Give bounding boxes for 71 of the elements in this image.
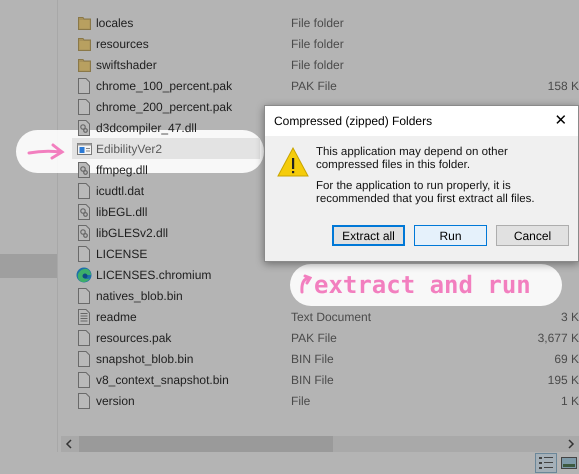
file-name[interactable]: ffmpeg.dll [96, 160, 148, 178]
thumbnail-view-icon[interactable] [561, 457, 577, 469]
file-name[interactable]: LICENSES.chromium [96, 266, 212, 284]
file-name[interactable]: v8_context_snapshot.bin [96, 370, 229, 388]
file-name[interactable]: locales [96, 14, 134, 32]
file-icon [78, 392, 90, 408]
arrow-icon [27, 143, 65, 160]
file-size: 3 K [560, 308, 579, 326]
file-name[interactable]: resources [96, 34, 149, 52]
gear-file-icon [78, 224, 90, 240]
file-type: File [291, 392, 312, 410]
file-size: 158 K [548, 78, 579, 94]
file-icon [78, 78, 90, 94]
file-name[interactable]: version [96, 392, 135, 410]
warning-icon [277, 147, 309, 177]
file-name[interactable]: libEGL.dll [96, 202, 148, 220]
folder-icon [78, 58, 90, 72]
file-size: 1 K [560, 392, 579, 410]
close-button[interactable]: ✕ [544, 106, 578, 136]
horizontal-scrollbar[interactable] [61, 436, 579, 452]
file-type: BIN File [291, 372, 335, 388]
folder-icon [78, 16, 90, 30]
text-file-icon [78, 308, 90, 324]
file-name[interactable]: snapshot_blob.bin [96, 350, 194, 368]
file-icon [78, 98, 90, 114]
file-icon [78, 350, 90, 366]
file-name[interactable]: icudtl.dat [96, 182, 144, 200]
file-icon [78, 372, 90, 388]
file-type: PAK File [291, 330, 338, 346]
dialog-button[interactable]: Cancel [496, 225, 569, 246]
folder-icon [78, 36, 90, 50]
file-name[interactable]: natives_blob.bin [96, 286, 183, 304]
file-type: File folder [291, 14, 345, 32]
file-size: 195 K [548, 372, 579, 388]
file-size: 69 K [554, 350, 579, 368]
gear-file-icon [78, 204, 90, 220]
window-icon [76, 142, 92, 154]
file-name[interactable]: chrome_100_percent.pak [96, 76, 232, 94]
dialog-message: This application may depend on other compressed files in this folder. [316, 146, 509, 172]
details-view-icon[interactable] [535, 453, 557, 473]
file-type: BIN File [291, 350, 335, 368]
scrollbar-thumb[interactable] [79, 436, 333, 452]
dialog-button[interactable]: Extract all [332, 225, 405, 246]
file-icon [78, 182, 90, 198]
dialog-title: Compressed (zipped) Folders [274, 113, 432, 130]
selected-row[interactable]: EdibilityVer2 [72, 138, 260, 159]
file-icon [78, 246, 90, 262]
file-icon [78, 288, 90, 304]
file-name[interactable]: LICENSE [96, 244, 148, 262]
file-name[interactable]: EdibilityVer2 [96, 140, 162, 158]
annotation-text: extract and run [314, 271, 531, 299]
dialog-button[interactable]: Run [414, 225, 487, 246]
file-name[interactable]: libGLESv2.dll [96, 224, 168, 242]
file-name[interactable]: d3dcompiler_47.dll [96, 118, 197, 136]
file-icon [78, 330, 90, 346]
scroll-right-icon[interactable] [567, 439, 575, 449]
browser-logo-icon [76, 266, 92, 282]
gear-file-icon [78, 162, 90, 178]
file-size: 3,677 K [538, 330, 579, 346]
file-name[interactable]: swiftshader [96, 56, 157, 74]
file-name[interactable]: chrome_200_percent.pak [96, 98, 232, 116]
file-name[interactable]: resources.pak [96, 328, 172, 346]
file-type: PAK File [291, 78, 338, 94]
file-type: File folder [291, 36, 345, 52]
file-name[interactable]: readme [96, 308, 137, 326]
dialog-advice: For the application to run properly, it is recommended that you first extract all files. [316, 180, 536, 206]
curved-arrow-icon [298, 274, 312, 296]
file-type: File folder [291, 56, 345, 74]
gear-file-icon [78, 120, 90, 136]
file-type: Text Document [291, 308, 372, 326]
scroll-left-icon[interactable] [65, 439, 73, 449]
